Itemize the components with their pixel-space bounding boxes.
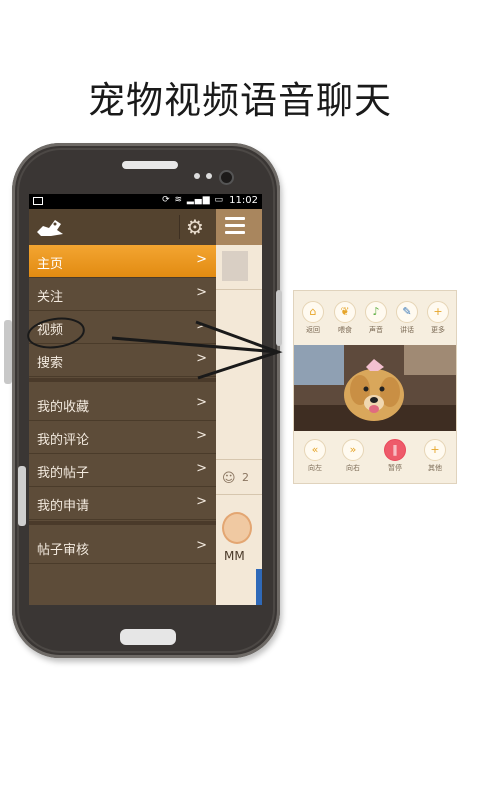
mic-icon[interactable]: ♪ xyxy=(365,301,387,323)
button-caption: 声音 xyxy=(369,326,383,334)
food-icon[interactable]: ❦ xyxy=(334,301,356,323)
button-caption: 返回 xyxy=(306,326,320,334)
dog-video-frame xyxy=(294,345,456,431)
video-control-panel: ⌂ 返回 ❦ 喂食 ♪ 声音 ✎ 讲话 + 更多 « 向左 » 向右 ‖ 暂停 … xyxy=(293,290,457,484)
pause-icon[interactable]: ‖ xyxy=(384,439,406,461)
telescope-icon[interactable]: ✎ xyxy=(396,301,418,323)
forward-icon[interactable]: » xyxy=(342,439,364,461)
home-icon[interactable]: ⌂ xyxy=(302,301,324,323)
button-caption: 向左 xyxy=(308,464,322,472)
button-caption: 向右 xyxy=(346,464,360,472)
rewind-icon[interactable]: « xyxy=(304,439,326,461)
plus-icon[interactable]: + xyxy=(424,439,446,461)
button-caption: 其他 xyxy=(428,464,442,472)
button-caption: 喂食 xyxy=(338,326,352,334)
button-caption: 暂停 xyxy=(388,464,402,472)
video-feed[interactable] xyxy=(294,345,456,431)
button-caption: 更多 xyxy=(431,326,445,334)
button-caption: 讲话 xyxy=(400,326,414,334)
plus-icon[interactable]: + xyxy=(427,301,449,323)
